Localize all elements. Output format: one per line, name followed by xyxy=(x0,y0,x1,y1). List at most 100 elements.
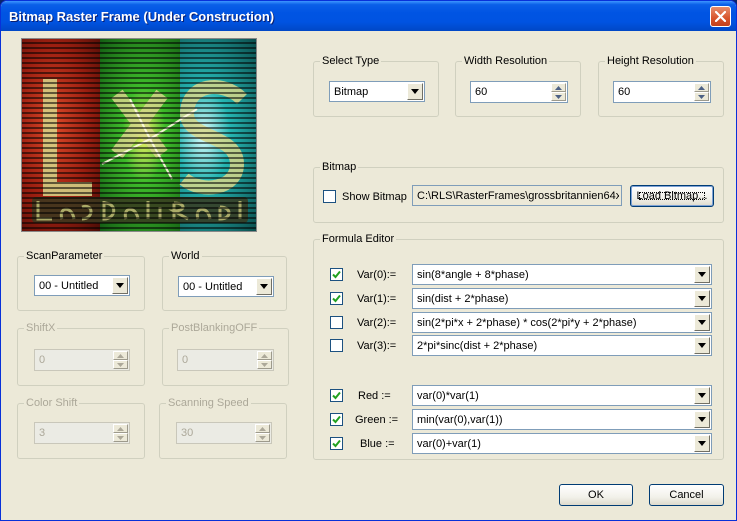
width-resolution-spinner[interactable]: 60 xyxy=(470,81,568,103)
blue-dropdown-button[interactable] xyxy=(694,435,710,452)
chevron-down-icon xyxy=(698,343,706,348)
shift-x-up-button[interactable] xyxy=(113,351,128,360)
checkmark-icon xyxy=(332,270,341,279)
chevron-down-icon xyxy=(698,95,705,99)
var-3-checkbox[interactable] xyxy=(330,339,343,352)
blue-formula-value: var(0)+var(1) xyxy=(417,438,481,450)
var-2-checkbox[interactable] xyxy=(330,316,343,329)
red-label: Red := xyxy=(358,390,391,402)
height-resolution-label: Height Resolution xyxy=(605,55,696,68)
scan-parameter-select[interactable]: 00 - Untitled xyxy=(34,275,130,296)
var-1-formula-value: sin(dist + 2*phase) xyxy=(417,293,509,305)
post-blanking-off-spinner[interactable]: 0 xyxy=(177,349,274,371)
var-0-formula-select[interactable]: sin(8*angle + 8*phase) xyxy=(412,264,712,285)
bitmap-group-label: Bitmap xyxy=(320,161,359,174)
chevron-down-icon xyxy=(259,436,266,440)
chevron-down-icon xyxy=(698,393,706,398)
chevron-down-icon xyxy=(411,89,419,94)
chevron-down-icon xyxy=(698,417,706,422)
height-resolution-spinner[interactable]: 60 xyxy=(613,81,711,103)
close-button[interactable] xyxy=(710,6,731,27)
color-shift-down-button[interactable] xyxy=(113,433,128,442)
checkmark-icon xyxy=(332,294,341,303)
chevron-down-icon xyxy=(555,95,562,99)
dialog-client: ScanParameter 00 - Untitled World 00 - U… xyxy=(4,31,733,519)
cancel-button[interactable]: Cancel xyxy=(649,484,724,506)
red-checkbox[interactable] xyxy=(330,389,343,402)
post-blanking-off-up-button[interactable] xyxy=(257,351,272,360)
var-2-label: Var(2):= xyxy=(357,317,397,329)
width-resolution-label: Width Resolution xyxy=(462,55,550,68)
red-formula-select[interactable]: var(0)*var(1) xyxy=(412,385,712,406)
chevron-down-icon xyxy=(698,320,706,325)
var-2-dropdown-button[interactable] xyxy=(694,314,710,331)
chevron-up-icon xyxy=(259,427,266,431)
width-resolution-spin-buttons xyxy=(551,83,566,101)
chevron-down-icon xyxy=(117,436,124,440)
red-dropdown-button[interactable] xyxy=(694,387,710,404)
scanning-speed-down-button[interactable] xyxy=(255,433,270,442)
select-type-select[interactable]: Bitmap xyxy=(329,81,425,102)
chevron-down-icon xyxy=(698,441,706,446)
var-2-formula-select[interactable]: sin(2*pi*x + 2*phase) * cos(2*pi*y + 2*p… xyxy=(412,312,712,333)
load-bitmap-label: Load Bitmap... xyxy=(636,190,708,202)
height-resolution-up-button[interactable] xyxy=(694,83,709,92)
var-1-checkbox[interactable] xyxy=(330,292,343,305)
var-2-formula-value: sin(2*pi*x + 2*phase) * cos(2*pi*y + 2*p… xyxy=(417,317,637,329)
height-resolution-down-button[interactable] xyxy=(694,92,709,101)
blue-formula-select[interactable]: var(0)+var(1) xyxy=(412,433,712,454)
scan-parameter-dropdown-button[interactable] xyxy=(112,277,128,294)
shift-x-group: ShiftX 0 xyxy=(17,322,145,386)
height-resolution-value: 60 xyxy=(618,86,631,98)
green-checkbox[interactable] xyxy=(330,413,343,426)
load-bitmap-button[interactable]: Load Bitmap... xyxy=(630,185,714,207)
post-blanking-off-down-button[interactable] xyxy=(257,360,272,369)
scanline-overlay xyxy=(22,39,256,231)
scanning-speed-spinner[interactable]: 30 xyxy=(176,422,272,444)
select-type-value: Bitmap xyxy=(334,86,369,98)
var-3-label: Var(3):= xyxy=(357,340,397,352)
bitmap-path-field[interactable]: C:\RLS\RasterFrames\grossbritannien64x xyxy=(412,185,622,206)
shift-x-value: 0 xyxy=(39,354,46,366)
blue-checkbox[interactable] xyxy=(330,437,343,450)
width-resolution-up-button[interactable] xyxy=(551,83,566,92)
green-formula-value: min(var(0),var(1)) xyxy=(417,414,503,426)
scanning-speed-value: 30 xyxy=(181,427,194,439)
shift-x-down-button[interactable] xyxy=(113,360,128,369)
color-shift-spin-buttons xyxy=(113,424,128,442)
checkmark-icon xyxy=(332,439,341,448)
select-type-group: Select Type Bitmap xyxy=(313,55,439,117)
checkmark-icon xyxy=(332,391,341,400)
formula-editor-label: Formula Editor xyxy=(320,233,397,246)
scanning-speed-group: Scanning Speed 30 xyxy=(159,397,287,459)
green-formula-select[interactable]: min(var(0),var(1)) xyxy=(412,409,712,430)
bitmap-path-value: C:\RLS\RasterFrames\grossbritannien64x xyxy=(417,190,619,202)
world-group: World 00 - Untitled xyxy=(162,250,287,311)
color-shift-up-button[interactable] xyxy=(113,424,128,433)
var-3-formula-value: 2*pi*sinc(dist + 2*phase) xyxy=(417,340,538,352)
scan-parameter-value: 00 - Untitled xyxy=(39,280,99,292)
var-3-dropdown-button[interactable] xyxy=(694,337,710,354)
green-dropdown-button[interactable] xyxy=(694,411,710,428)
title-bar[interactable]: Bitmap Raster Frame (Under Construction) xyxy=(1,1,736,31)
chevron-up-icon xyxy=(117,354,124,358)
shift-x-spinner[interactable]: 0 xyxy=(34,349,130,371)
show-bitmap-checkbox[interactable] xyxy=(323,190,336,203)
world-select[interactable]: 00 - Untitled xyxy=(178,276,274,297)
checkmark-icon xyxy=(332,415,341,424)
select-type-dropdown-button[interactable] xyxy=(407,83,423,100)
width-resolution-down-button[interactable] xyxy=(551,92,566,101)
var-1-dropdown-button[interactable] xyxy=(694,290,710,307)
ok-button[interactable]: OK xyxy=(559,484,633,506)
scanning-speed-label: Scanning Speed xyxy=(166,397,251,410)
chevron-up-icon xyxy=(555,86,562,90)
world-dropdown-button[interactable] xyxy=(256,278,272,295)
scanning-speed-up-button[interactable] xyxy=(255,424,270,433)
scanning-speed-spin-buttons xyxy=(255,424,270,442)
var-3-formula-select[interactable]: 2*pi*sinc(dist + 2*phase) xyxy=(412,335,712,356)
var-0-checkbox[interactable] xyxy=(330,268,343,281)
chevron-down-icon xyxy=(698,272,706,277)
var-0-dropdown-button[interactable] xyxy=(694,266,710,283)
var-1-formula-select[interactable]: sin(dist + 2*phase) xyxy=(412,288,712,309)
color-shift-spinner[interactable]: 3 xyxy=(34,422,130,444)
